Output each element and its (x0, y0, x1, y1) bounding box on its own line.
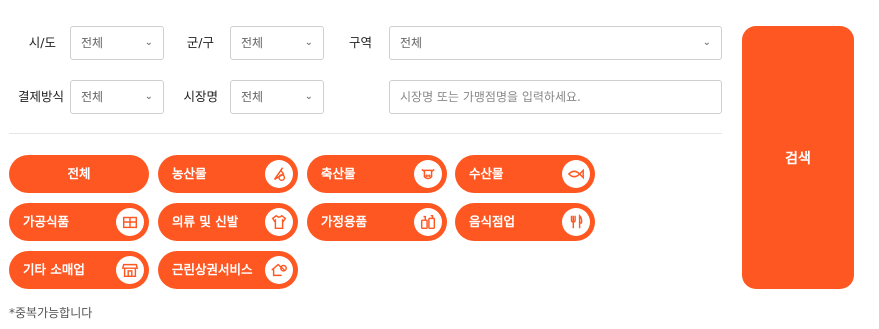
zone-select[interactable]: 전체 ⌄ (389, 26, 722, 60)
market-select[interactable]: 전체 ⌄ (230, 80, 324, 114)
category-label: 의류 및 신발 (172, 214, 239, 229)
chevron-down-icon: ⌄ (304, 91, 313, 102)
divider (9, 133, 722, 134)
category-seafood-button[interactable]: 수산물 (455, 155, 595, 193)
category-label: 근린상권서비스 (172, 262, 253, 277)
category-processed-button[interactable]: 가공식품 (9, 203, 149, 241)
category-service-button[interactable]: 근린상권서비스 (158, 251, 298, 289)
category-label: 농산물 (172, 166, 207, 181)
category-agri-button[interactable]: 농산물 (158, 155, 298, 193)
zone-select-value: 전체 (400, 36, 423, 50)
zone-label: 구역 (348, 35, 372, 50)
category-livestock-button[interactable]: 축산물 (307, 155, 447, 193)
household-bottles-icon (414, 208, 442, 236)
category-label: 기타 소매업 (23, 262, 85, 277)
market-select-value: 전체 (241, 90, 264, 104)
fish-icon (562, 160, 590, 188)
market-label: 시장명 (183, 89, 218, 104)
category-all-button[interactable]: 전체 (9, 155, 149, 193)
shirt-icon (265, 208, 293, 236)
sido-select-value: 전체 (81, 36, 104, 50)
category-restaurant-button[interactable]: 음식점업 (455, 203, 595, 241)
chevron-down-icon: ⌄ (144, 37, 153, 48)
category-clothing-button[interactable]: 의류 및 신발 (158, 203, 298, 241)
store-icon (116, 256, 144, 284)
category-label: 수산물 (469, 166, 504, 181)
sido-select[interactable]: 전체 ⌄ (70, 26, 164, 60)
keyword-input-placeholder: 시장명 또는 가맹점명을 입력하세요. (400, 90, 581, 104)
processed-food-icon (116, 208, 144, 236)
category-label: 음식점업 (469, 214, 516, 229)
payment-select[interactable]: 전체 ⌄ (70, 80, 164, 114)
gungu-select-value: 전체 (241, 36, 264, 50)
chevron-down-icon: ⌄ (304, 37, 313, 48)
category-label: 가정용품 (321, 214, 368, 229)
category-retail-button[interactable]: 기타 소매업 (9, 251, 149, 289)
category-label: 전체 (67, 166, 91, 181)
search-button[interactable]: 검색 (742, 26, 854, 289)
sido-label: 시/도 (28, 35, 56, 50)
fork-knife-icon (562, 208, 590, 236)
chevron-down-icon: ⌄ (144, 91, 153, 102)
vegetable-icon (265, 160, 293, 188)
payment-select-value: 전체 (81, 90, 104, 104)
category-label: 가공식품 (23, 214, 70, 229)
cow-icon (414, 160, 442, 188)
category-household-button[interactable]: 가정용품 (307, 203, 447, 241)
duplicate-selection-note: *중복가능합니다 (9, 306, 93, 320)
chevron-down-icon: ⌄ (702, 37, 711, 48)
service-house-icon (265, 256, 293, 284)
payment-label: 결제방식 (17, 89, 64, 104)
gungu-label: 군/구 (186, 35, 214, 50)
category-label: 축산물 (321, 166, 356, 181)
keyword-input[interactable]: 시장명 또는 가맹점명을 입력하세요. (389, 80, 722, 114)
gungu-select[interactable]: 전체 ⌄ (230, 26, 324, 60)
search-button-label: 검색 (785, 150, 811, 167)
